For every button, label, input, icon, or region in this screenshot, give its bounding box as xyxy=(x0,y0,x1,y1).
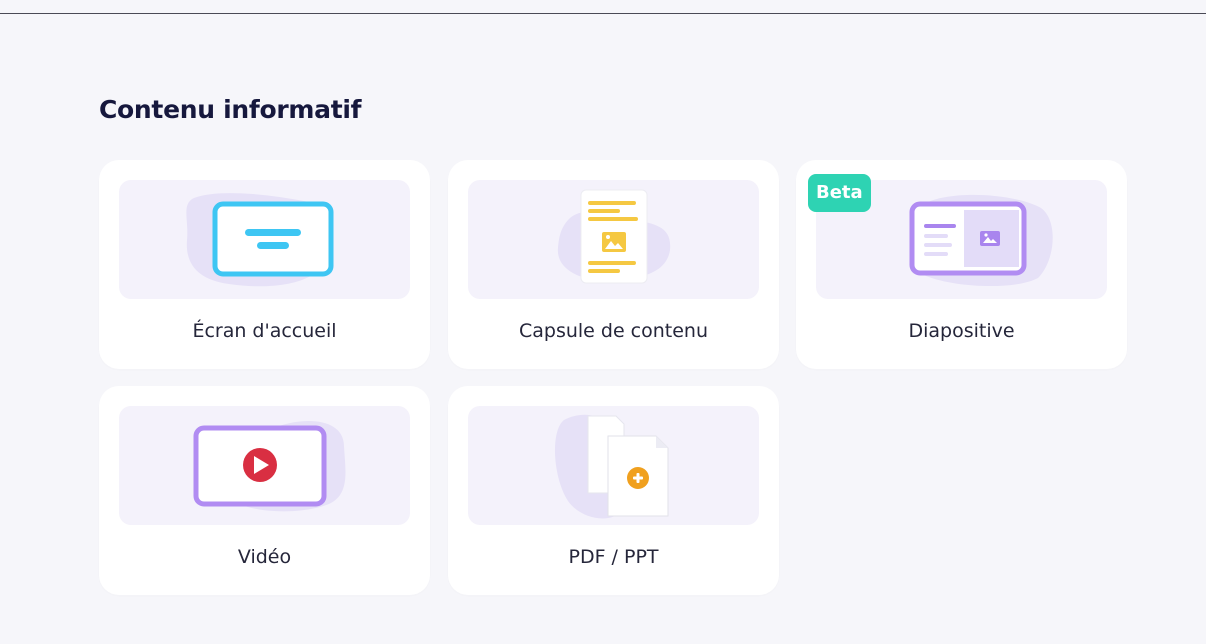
card-thumbnail xyxy=(468,406,759,525)
top-divider xyxy=(0,13,1206,14)
card-thumbnail xyxy=(119,406,410,525)
card-label: Écran d'accueil xyxy=(192,320,337,342)
welcome-screen-icon xyxy=(186,193,334,287)
card-label: Vidéo xyxy=(237,546,292,568)
card-label: Capsule de contenu xyxy=(518,320,709,342)
video-icon xyxy=(193,420,346,512)
beta-badge: Beta xyxy=(808,174,871,212)
card-thumbnail xyxy=(119,180,410,299)
pdf-ppt-icon xyxy=(554,414,669,519)
card-welcome-screen[interactable]: Écran d'accueil xyxy=(99,160,430,369)
card-content-capsule[interactable]: Capsule de contenu xyxy=(448,160,779,369)
card-label: Diapositive xyxy=(908,320,1015,342)
card-thumbnail xyxy=(468,180,759,299)
card-slide[interactable]: Beta Diapositive xyxy=(796,160,1127,369)
card-pdf-ppt[interactable]: PDF / PPT xyxy=(448,386,779,595)
section-title: Contenu informatif xyxy=(99,95,362,124)
content-capsule-icon xyxy=(557,189,671,284)
card-label: PDF / PPT xyxy=(568,546,659,568)
card-video[interactable]: Vidéo xyxy=(99,386,430,595)
